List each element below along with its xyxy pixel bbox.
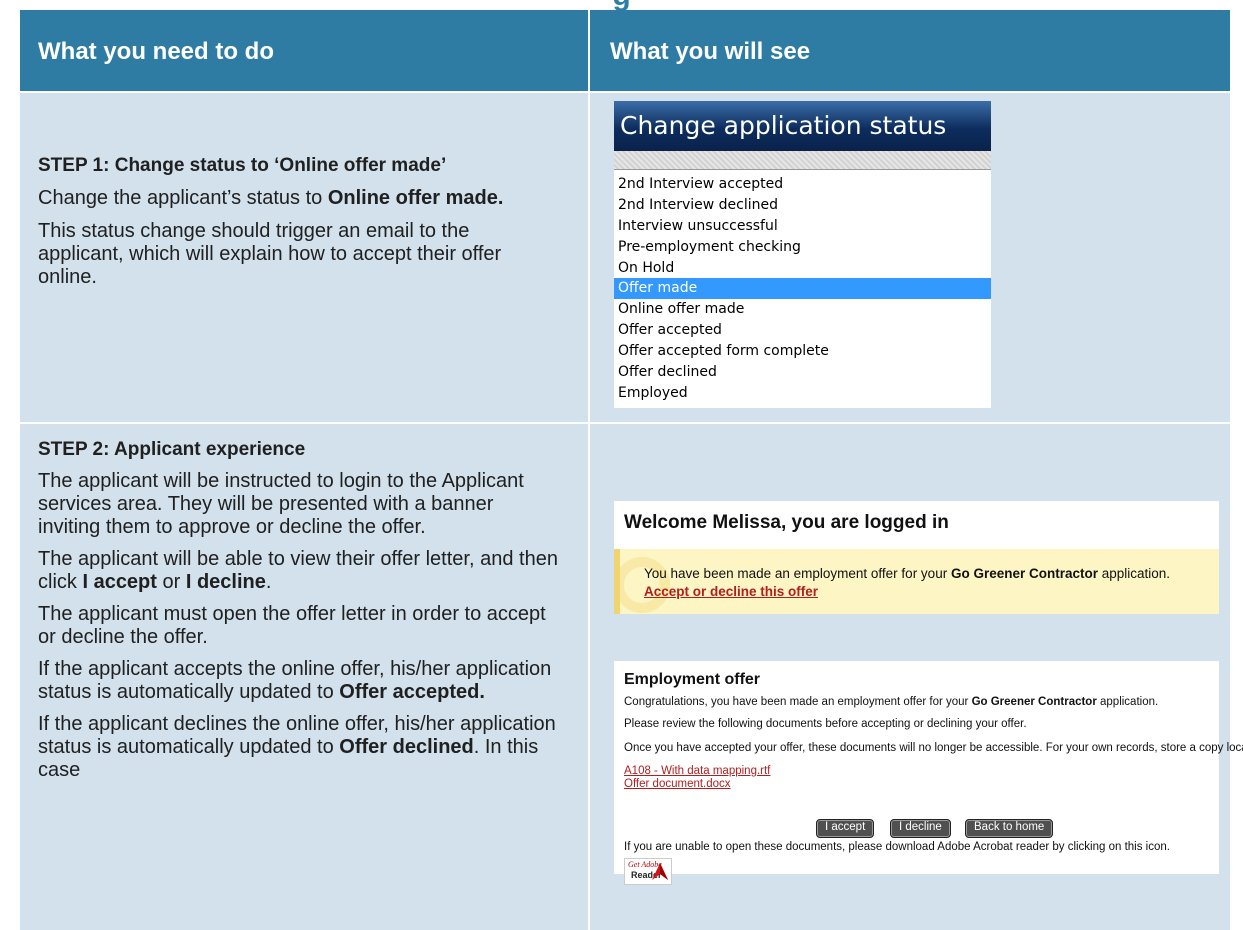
step-2-paragraph-5: If the applicant declines the online off… [38, 713, 556, 781]
welcome-heading: Welcome Melissa, you are logged in [624, 512, 949, 533]
status-option[interactable]: Employed [614, 383, 991, 404]
adobe-reader-icon [652, 863, 668, 880]
step-2-instructions: STEP 2: Applicant experience The applica… [20, 424, 590, 930]
step-1-text: STEP 1: Change status to ‘Online offer m… [38, 154, 558, 289]
table-row-step-1: STEP 1: Change status to ‘Online offer m… [20, 93, 1230, 424]
status-option[interactable]: Offer accepted form complete [614, 341, 991, 362]
status-option[interactable]: On Hold [614, 258, 991, 279]
page-title-fragment: g [0, 0, 1243, 11]
step-1-paragraph-1: Change the applicant’s status to Online … [38, 187, 504, 209]
i-decline-button[interactable]: I decline [890, 819, 951, 838]
table-row-step-2: STEP 2: Applicant experience The applica… [20, 424, 1243, 930]
instruction-table: What you need to do What you will see ST… [20, 10, 1243, 930]
employment-offer-screenshot: Employment offer Congratulations, you ha… [614, 661, 1243, 885]
offer-notice-banner: You have been made an employment offer f… [614, 549, 1219, 614]
table-header-row: What you need to do What you will see [20, 10, 1230, 93]
step-2-screenshot-cell: Welcome Melissa, you are logged in You h… [592, 424, 1243, 930]
step-2-title: STEP 2: Applicant experience [38, 439, 306, 460]
status-option[interactable]: Offer declined [614, 362, 991, 383]
step-1-instructions: STEP 1: Change status to ‘Online offer m… [20, 93, 590, 422]
status-option[interactable]: Pre-employment checking [614, 237, 991, 258]
status-option[interactable]: Offer accepted [614, 320, 991, 341]
offer-document-link-1[interactable]: A108 - With data mapping.rtf [624, 765, 770, 777]
offer-notice-text: You have been made an employment offer f… [644, 566, 1171, 581]
offer-records-text: Once you have accepted your offer, these… [624, 742, 1243, 754]
status-option[interactable]: Offer made [614, 278, 991, 300]
step-2-paragraph-3: The applicant must open the offer letter… [38, 603, 546, 648]
back-to-home-button[interactable]: Back to home [965, 819, 1054, 838]
get-adobe-reader-badge[interactable]: Get Adobe Reader [624, 858, 672, 885]
header-what-you-need-to-do: What you need to do [20, 10, 590, 91]
change-status-banner: Change application status [614, 101, 991, 151]
status-option[interactable]: 2nd Interview accepted [614, 174, 991, 195]
employment-offer-heading: Employment offer [624, 671, 761, 688]
step-2-paragraph-1: The applicant will be instructed to logi… [38, 470, 524, 538]
step-1-paragraph-2: This status change should trigger an ema… [38, 220, 502, 288]
offer-congratulations-text: Congratulations, you have been made an e… [624, 696, 1159, 708]
i-accept-button[interactable]: I accept [816, 819, 875, 838]
change-status-screenshot: Change application status 2nd Interview … [614, 101, 991, 408]
welcome-screenshot: Welcome Melissa, you are logged in You h… [614, 501, 1219, 614]
reader-download-text: If you are unable to open these document… [624, 841, 1170, 853]
status-option[interactable]: Online offer made [614, 299, 991, 320]
step-2-text: STEP 2: Applicant experience The applica… [38, 438, 558, 782]
accept-or-decline-link[interactable]: Accept or decline this offer [644, 584, 818, 599]
offer-document-link-2[interactable]: Offer document.docx [624, 778, 731, 790]
header-what-you-will-see: What you will see [610, 38, 811, 65]
offer-review-text: Please review the following documents be… [624, 718, 1027, 730]
banner-divider [614, 151, 991, 170]
status-listbox[interactable]: 2nd Interview accepted 2nd Interview decl… [614, 174, 991, 404]
step-1-title: STEP 1: Change status to ‘Online offer m… [38, 155, 447, 176]
status-option[interactable]: 2nd Interview declined [614, 195, 991, 216]
step-1-screenshot-cell: Change application status 2nd Interview … [592, 93, 1230, 422]
step-2-paragraph-4: If the applicant accepts the online offe… [38, 658, 552, 703]
step-2-paragraph-2: The applicant will be able to view their… [38, 548, 558, 593]
status-option[interactable]: Interview unsuccessful [614, 216, 991, 237]
